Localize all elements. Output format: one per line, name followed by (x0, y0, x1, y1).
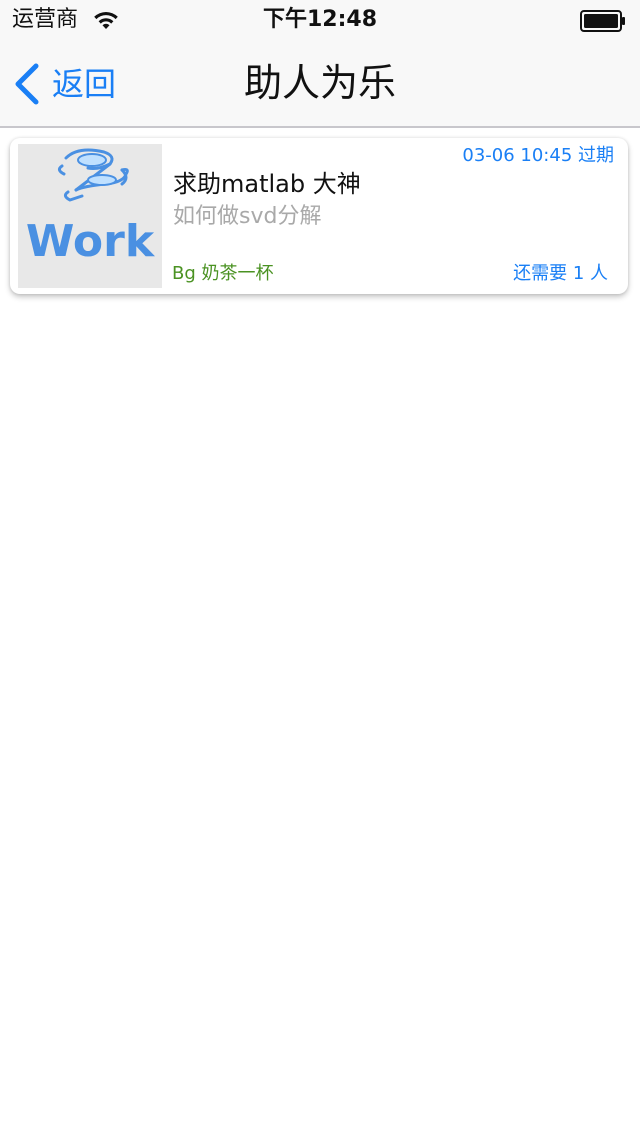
battery-icon (580, 10, 625, 32)
navigation-bar: 返回 助人为乐 (0, 40, 640, 128)
card-reward: Bg 奶茶一杯 (172, 263, 274, 284)
help-request-card[interactable]: Work 03-06 10:45 过期 求助matlab 大神 如何做svd分解… (10, 138, 628, 294)
zwork-logo: Work (18, 144, 162, 288)
card-title: 求助matlab 大神 (173, 170, 361, 198)
card-subtitle: 如何做svd分解 (173, 204, 322, 229)
status-bar: 运营商 下午12:48 (0, 0, 640, 40)
card-time-status: 03-06 10:45 过期 (462, 145, 614, 166)
status-time: 下午12:48 (262, 7, 378, 32)
page-title: 助人为乐 (243, 61, 396, 105)
card-thumbnail: Work (18, 144, 162, 288)
card-needed-count: 还需要 1 人 (513, 263, 608, 284)
svg-text:Work: Work (26, 216, 156, 267)
